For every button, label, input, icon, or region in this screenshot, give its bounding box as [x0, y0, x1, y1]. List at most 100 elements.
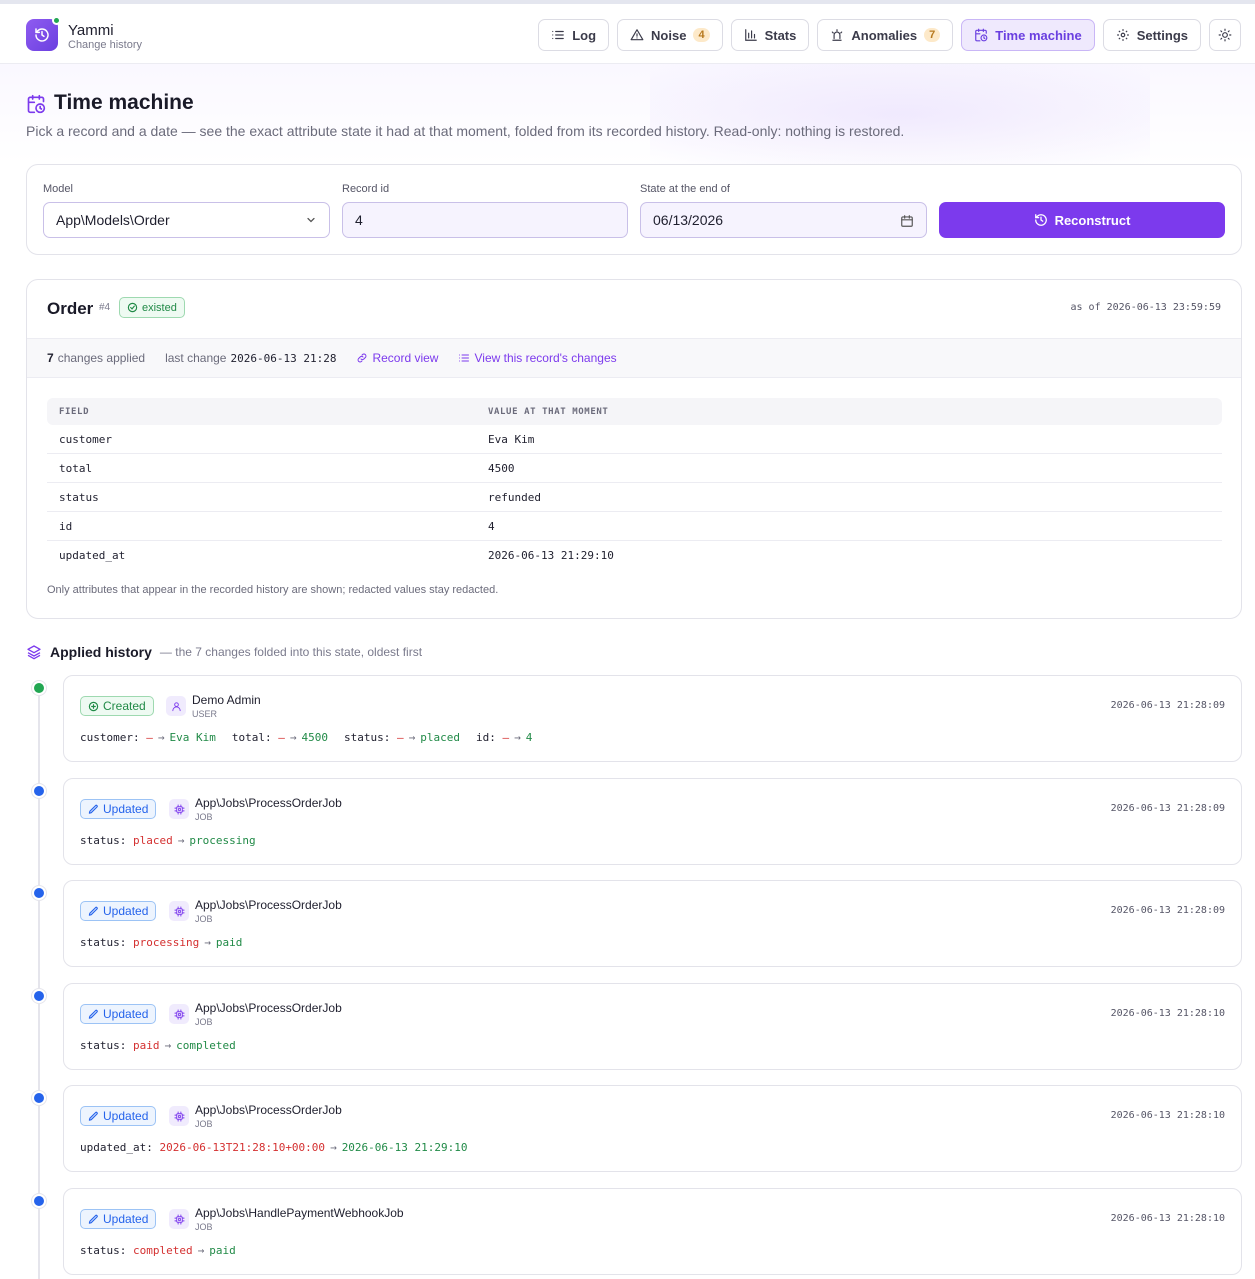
nav-settings-label: Settings — [1136, 27, 1188, 43]
old-value: processing — [132, 936, 200, 949]
status-badge: existed — [119, 297, 185, 318]
siren-icon — [832, 29, 843, 41]
badge-label: Created — [103, 699, 146, 713]
history-icon — [1034, 214, 1047, 226]
main-nav: Log Noise 4 Stats Anomalies 7 Time machi… — [538, 19, 1241, 51]
nav-time-machine-label: Time machine — [995, 27, 1082, 43]
warning-icon — [630, 29, 644, 41]
online-status-dot — [52, 16, 61, 25]
old-value: paid — [132, 1039, 160, 1052]
model-label: Model — [43, 183, 73, 195]
arrow-right-icon: → — [289, 731, 297, 744]
nav-log-button[interactable]: Log — [538, 19, 610, 51]
reconstruct-form: Model App\Models\Order Record id 4 State… — [26, 164, 1242, 255]
timeline-line — [38, 690, 40, 1279]
updated-badge: Updated — [80, 799, 157, 819]
record-meta-bar: 7 changes applied last change 2026-06-13… — [27, 338, 1241, 378]
attribute-change: customer: — → Eva Kim — [80, 731, 216, 744]
updated-badge: Updated — [80, 901, 157, 921]
record-title: Order — [47, 299, 94, 318]
new-value: 2026-06-13 21:29:10 — [341, 1141, 468, 1154]
attribute-change: total: — → 4500 — [232, 731, 328, 744]
attribute-change: updated_at: 2026-06-13T21:28:10+00:00 → 20… — [80, 1141, 468, 1154]
change-list: status: completed → paid — [80, 1244, 236, 1257]
check-circle-icon — [127, 302, 138, 313]
field-name: updated_at — [59, 549, 126, 562]
change-field: status: — [80, 1244, 127, 1257]
date-input[interactable]: 06/13/2026 — [640, 202, 927, 238]
reconstruct-button[interactable]: Reconstruct — [939, 202, 1225, 238]
attribute-change: status: paid → completed — [80, 1039, 236, 1052]
new-value: placed — [420, 731, 460, 744]
last-change-label: last change — [165, 351, 227, 365]
badge-label: Updated — [103, 1007, 149, 1021]
brand-name: Yammi — [68, 22, 114, 39]
pencil-icon — [88, 1111, 98, 1121]
view-changes-link[interactable]: View this record's changes — [458, 351, 617, 365]
actor-type: JOB — [195, 1222, 213, 1232]
nav-time-machine-button[interactable]: Time machine — [961, 19, 1095, 51]
arrow-right-icon: → — [164, 1039, 172, 1052]
change-field: customer: — [80, 731, 140, 744]
date-label: State at the end of — [640, 183, 730, 195]
table-row: id 4 — [47, 512, 1222, 541]
nav-settings-button[interactable]: Settings — [1102, 19, 1201, 51]
history-icon — [35, 28, 49, 42]
link-icon — [358, 353, 367, 363]
nav-noise-button[interactable]: Noise 4 — [617, 19, 723, 51]
last-change-value: 2026-06-13 21:28 — [230, 351, 337, 365]
new-value: completed — [176, 1039, 236, 1052]
calendar-icon[interactable] — [900, 214, 914, 228]
pencil-icon — [88, 1214, 98, 1224]
record-id-input[interactable]: 4 — [342, 202, 628, 238]
history-entry: Updated App\Jobs\ProcessOrderJob JOB 2026-0… — [63, 983, 1242, 1070]
nav-stats-label: Stats — [764, 27, 797, 43]
history-entry: Updated App\Jobs\ProcessOrderJob JOB 2026-0… — [63, 1085, 1242, 1172]
nav-anomalies-button[interactable]: Anomalies 7 — [817, 19, 954, 51]
theme-toggle-button[interactable] — [1209, 19, 1241, 51]
history-entry: Updated App\Jobs\ProcessOrderJob JOB 2026-0… — [63, 880, 1242, 967]
actor-type: JOB — [195, 1119, 213, 1129]
arrow-right-icon: → — [197, 1244, 205, 1257]
view-changes-link-label: View this record's changes — [474, 351, 617, 365]
noise-count-badge: 4 — [693, 28, 710, 42]
updated-badge: Updated — [80, 1004, 157, 1024]
table-row: customer Eva Kim — [47, 425, 1222, 454]
badge-label: Updated — [103, 904, 149, 918]
change-field: status: — [80, 936, 127, 949]
list-icon — [552, 30, 565, 40]
brand-logo[interactable] — [26, 16, 61, 51]
calendar-clock-icon — [26, 94, 46, 119]
entry-timestamp: 2026-06-13 21:28:09 — [1110, 700, 1225, 711]
anomalies-count-badge: 7 — [924, 28, 941, 42]
nav-anomalies-label: Anomalies — [851, 27, 918, 43]
model-select-value: App\Models\Order — [56, 212, 170, 228]
history-entry: Updated App\Jobs\ProcessOrderJob JOB 2026-0… — [63, 778, 1242, 865]
field-value: Eva Kim — [488, 432, 535, 446]
timeline-dot — [32, 1194, 46, 1208]
page-description: Pick a record and a date — see the exact… — [26, 123, 905, 139]
entry-timestamp: 2026-06-13 21:28:10 — [1110, 1213, 1225, 1224]
change-list: customer: — → Eva Kim total: — → 4500 status: … — [80, 731, 532, 744]
change-list: updated_at: 2026-06-13T21:28:10+00:00 → 20… — [80, 1141, 468, 1154]
attribute-change: status: completed → paid — [80, 1244, 236, 1257]
old-value: placed — [132, 834, 173, 847]
calendar-clock-icon — [975, 28, 988, 42]
arrow-right-icon: → — [514, 731, 521, 744]
change-field: updated_at: — [80, 1141, 153, 1154]
cpu-icon — [169, 799, 189, 819]
change-field: status: — [343, 731, 391, 744]
table-header: FIELD VALUE AT THAT MOMENT — [47, 398, 1222, 425]
model-select[interactable]: App\Models\Order — [43, 202, 330, 238]
change-field: status: — [80, 834, 127, 847]
history-title: Applied history — [50, 644, 152, 660]
chevron-down-icon — [307, 217, 315, 223]
nav-stats-button[interactable]: Stats — [730, 19, 810, 51]
change-field: status: — [80, 1039, 127, 1052]
status-badge-label: existed — [142, 301, 177, 314]
bar-chart-icon — [744, 29, 757, 41]
attribute-change: status: placed → processing — [80, 834, 256, 847]
gear-icon — [1116, 29, 1129, 41]
record-view-link[interactable]: Record view — [356, 351, 438, 365]
layers-icon — [27, 645, 41, 660]
